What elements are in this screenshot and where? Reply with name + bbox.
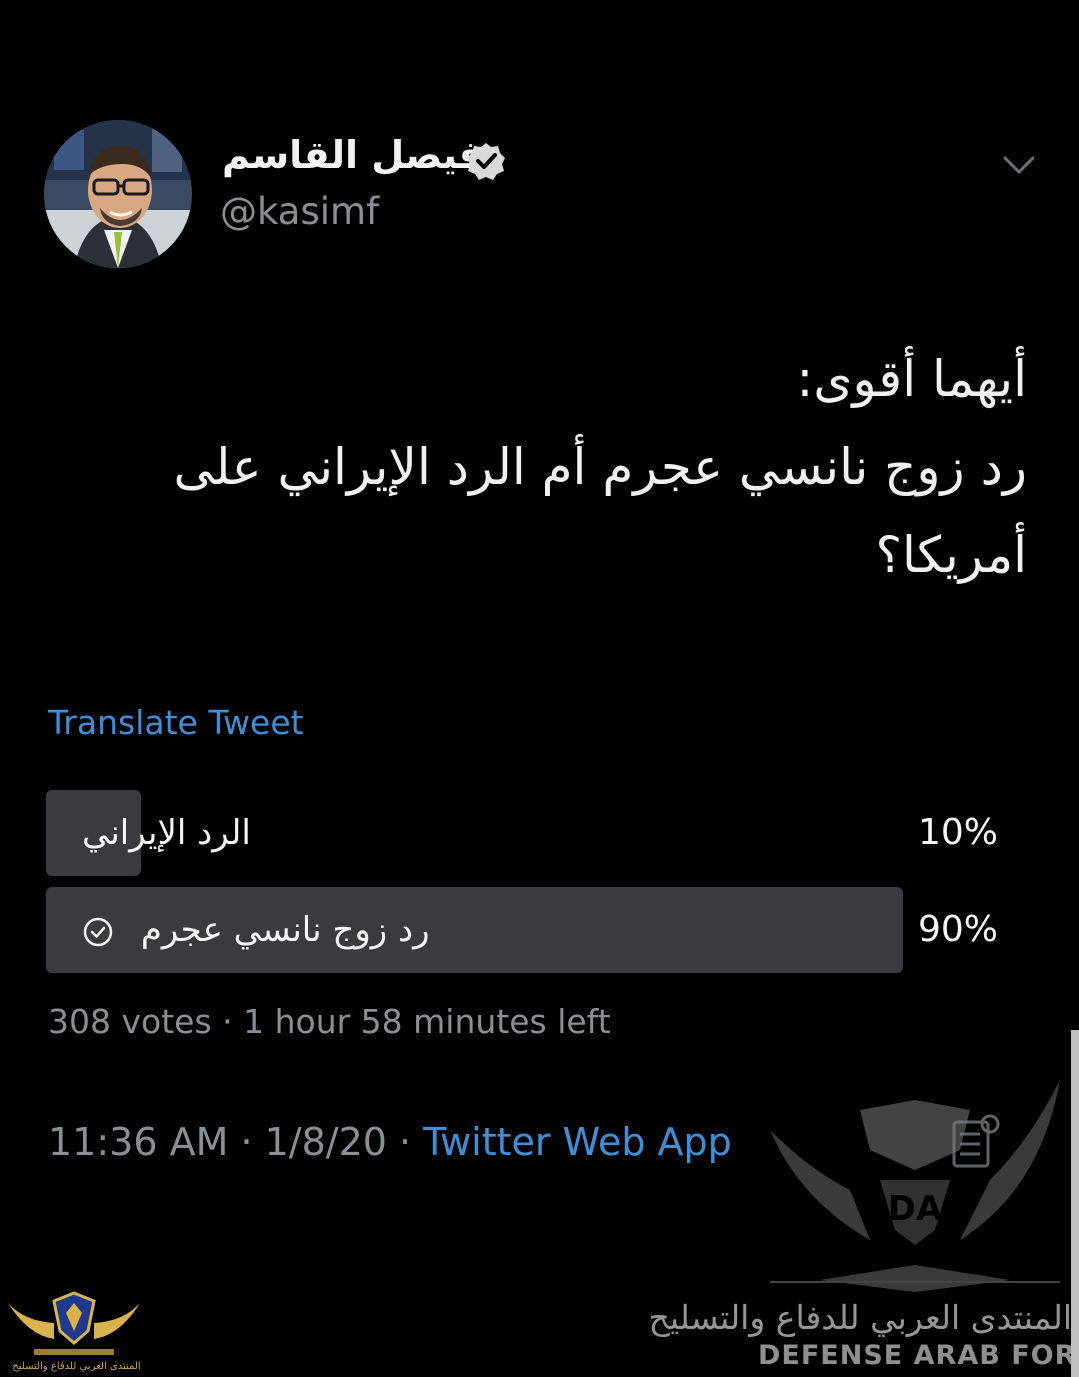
check-circle-icon bbox=[83, 917, 113, 946]
tweet-text-line: رد زوج نانسي عجرم أم الرد الإيراني على bbox=[173, 438, 1027, 496]
poll-option-percent: 90% bbox=[917, 909, 998, 950]
poll-option: رد زوج نانسي عجرم 90% bbox=[46, 887, 998, 973]
chevron-down-icon[interactable] bbox=[1002, 153, 1036, 177]
svg-text:DA: DA bbox=[888, 1189, 943, 1229]
tweet-timestamp: 11:36 AM · 1/8/20 · Twitter Web App bbox=[48, 1120, 732, 1164]
corner-logo-text: المنتدى العربي للدفاع والتسليح bbox=[12, 1361, 141, 1372]
translate-tweet-link[interactable]: Translate Tweet bbox=[48, 703, 304, 742]
verified-badge-icon bbox=[467, 143, 505, 180]
avatar[interactable] bbox=[44, 120, 192, 268]
poll-option-label: الرد الإيراني bbox=[82, 813, 251, 853]
tweet-text-line: أيهما أقوى: bbox=[796, 350, 1028, 408]
poll-option-percent: 10% bbox=[917, 812, 998, 853]
poll-option-label: رد زوج نانسي عجرم bbox=[82, 887, 430, 973]
tweet-text-line: أمريكا؟ bbox=[875, 526, 1027, 584]
poll-meta: 308 votes · 1 hour 58 minutes left bbox=[48, 1002, 611, 1041]
poll-option-label-text: رد زوج نانسي عجرم bbox=[140, 910, 430, 950]
poll-option: الرد الإيراني 10% bbox=[46, 790, 998, 876]
tweet-text: أيهما أقوى: رد زوج نانسي عجرم أم الرد ال… bbox=[127, 335, 1027, 599]
watermark-english-text: DEFENSE ARAB FORUM bbox=[758, 1340, 1079, 1371]
tweet-source-link[interactable]: Twitter Web App bbox=[423, 1120, 732, 1164]
corner-logo bbox=[8, 1291, 140, 1355]
display-name[interactable]: فيصل القاسم bbox=[222, 133, 483, 177]
watermark-arabic-text: المنتدى العربي للدفاع والتسليح bbox=[648, 1298, 1072, 1337]
avatar-image bbox=[44, 120, 192, 268]
tweet-timestamp-text[interactable]: 11:36 AM · 1/8/20 · bbox=[48, 1120, 423, 1164]
scrollbar[interactable] bbox=[1071, 1030, 1079, 1377]
user-handle[interactable]: @kasimf bbox=[220, 190, 379, 233]
